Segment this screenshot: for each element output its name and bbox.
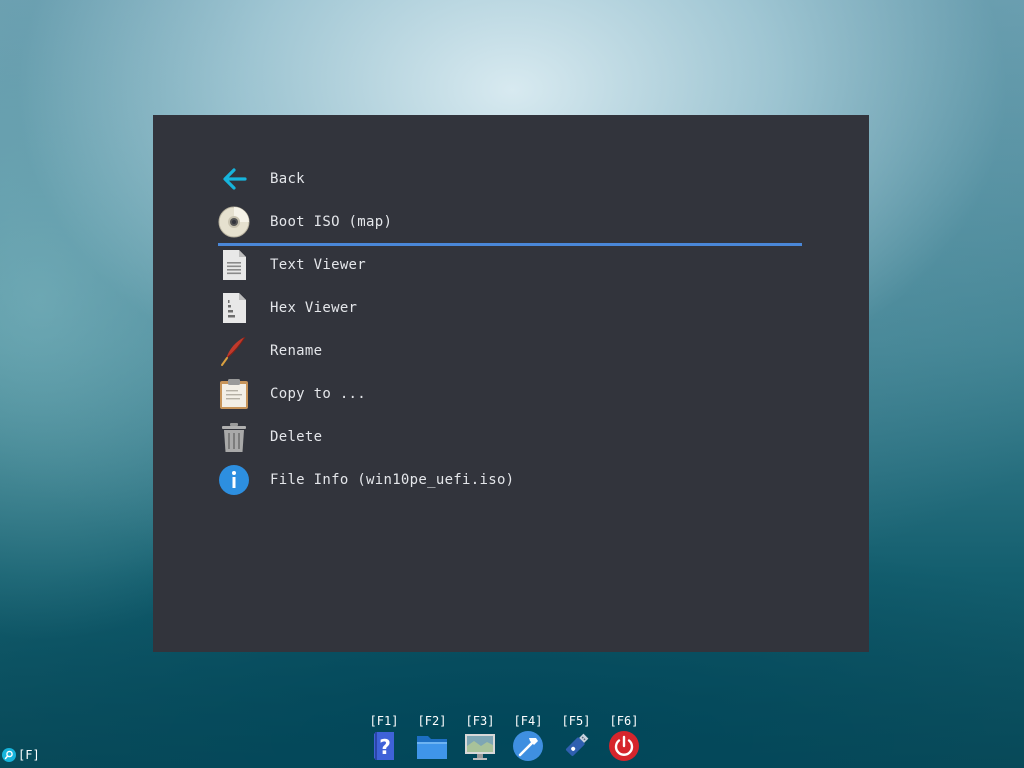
- menu-item-copy-to[interactable]: Copy to ...: [218, 374, 802, 414]
- menu-item-label: Text Viewer: [270, 257, 367, 273]
- search-key-label: [F]: [18, 748, 40, 762]
- menu-item-rename[interactable]: Rename: [218, 331, 802, 371]
- dock-item-power[interactable]: [F6]: [604, 714, 644, 764]
- folder-icon: [416, 730, 448, 762]
- dock-key-label: [F2]: [417, 714, 447, 728]
- menu-item-hex-viewer[interactable]: Hex Viewer: [218, 288, 802, 328]
- file-action-menu: Back Boot ISO (map) Text Viewer Hex View…: [153, 115, 869, 652]
- dock-key-label: [F5]: [561, 714, 591, 728]
- monitor-icon: [464, 730, 496, 762]
- help-icon: ?: [368, 730, 400, 762]
- quill-icon: [218, 335, 250, 367]
- menu-item-label: Copy to ...: [270, 386, 367, 402]
- clipboard-icon: [218, 378, 250, 410]
- back-arrow-icon: [218, 163, 250, 195]
- dock-key-label: [F6]: [609, 714, 639, 728]
- dock-key-label: [F1]: [369, 714, 399, 728]
- menu-item-boot-iso[interactable]: Boot ISO (map): [218, 202, 802, 246]
- disc-icon: [218, 206, 250, 238]
- menu-item-label: File Info (win10pe_uefi.iso): [270, 472, 515, 488]
- usb-drive-icon: [560, 730, 592, 762]
- info-icon: [218, 464, 250, 496]
- text-file-icon: [218, 249, 250, 281]
- menu-item-label: Rename: [270, 343, 323, 359]
- svg-text:?: ?: [379, 735, 391, 759]
- menu-item-label: Delete: [270, 429, 323, 445]
- dock-item-display[interactable]: [F3]: [460, 714, 500, 764]
- menu-item-label: Back: [270, 171, 305, 187]
- hex-file-icon: [218, 292, 250, 324]
- power-icon: [608, 730, 640, 762]
- menu-item-label: Hex Viewer: [270, 300, 358, 316]
- menu-item-text-viewer[interactable]: Text Viewer: [218, 245, 802, 285]
- dock-key-label: [F4]: [513, 714, 543, 728]
- trash-icon: [218, 421, 250, 453]
- hammer-tools-icon: [512, 730, 544, 762]
- dock-item-usb[interactable]: [F5]: [556, 714, 596, 764]
- menu-item-file-info[interactable]: File Info (win10pe_uefi.iso): [218, 460, 802, 500]
- menu-item-back[interactable]: Back: [218, 159, 802, 199]
- dock-item-files[interactable]: [F2]: [412, 714, 452, 764]
- menu-item-label: Boot ISO (map): [270, 214, 393, 230]
- dock-key-label: [F3]: [465, 714, 495, 728]
- dock-item-tools[interactable]: [F4]: [508, 714, 548, 764]
- menu-item-delete[interactable]: Delete: [218, 417, 802, 457]
- dock-item-help[interactable]: [F1] ?: [364, 714, 404, 764]
- search-icon: [2, 748, 16, 762]
